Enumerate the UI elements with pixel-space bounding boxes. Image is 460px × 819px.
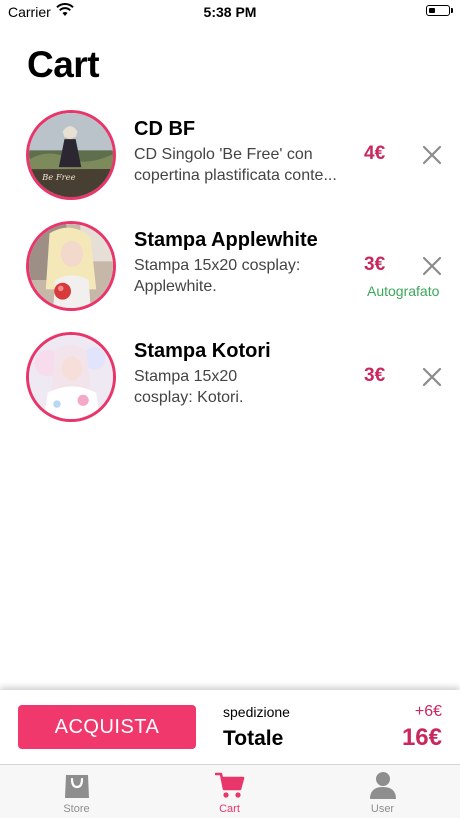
user-icon — [368, 770, 398, 800]
battery-icon — [426, 5, 450, 16]
item-description-line: Stampa 15x20 cosplay: — [134, 257, 301, 274]
remove-item-button[interactable] — [420, 365, 444, 389]
bag-icon — [62, 770, 92, 800]
item-price: 3€ — [364, 254, 386, 275]
tab-label: User — [370, 803, 395, 815]
tab-label: Cart — [219, 803, 240, 815]
item-name: Stampa Applewhite — [134, 229, 318, 251]
product-thumbnail — [26, 221, 116, 311]
cart-item[interactable]: Be Free CD BF CD Singolo 'Be Free' con c… — [0, 110, 460, 210]
tab-store[interactable]: Store — [0, 765, 153, 819]
item-description-line: CD Singolo 'Be Free' con — [134, 146, 313, 163]
item-name: Stampa Kotori — [134, 340, 271, 362]
item-description-line: copertina plastificata conte... — [134, 167, 337, 184]
item-description: Stampa 15x20 cosplay: Applewhite. — [134, 255, 360, 297]
remove-item-button[interactable] — [420, 254, 444, 278]
total-label: Totale — [223, 727, 284, 750]
shipping-value: +6€ — [414, 703, 442, 720]
autograph-badge: Autografato — [367, 283, 440, 299]
product-thumbnail — [26, 332, 116, 422]
battery-nub — [451, 8, 453, 13]
close-icon — [422, 145, 442, 165]
close-icon — [422, 256, 442, 276]
shipping-label: spedizione — [223, 704, 290, 720]
item-description-line: cosplay: Kotori. — [134, 389, 244, 406]
buy-button[interactable]: ACQUISTA — [18, 705, 196, 749]
item-description: CD Singolo 'Be Free' con copertina plast… — [134, 144, 360, 186]
product-thumbnail: Be Free — [26, 110, 116, 200]
close-icon — [422, 367, 442, 387]
item-description: Stampa 15x20 cosplay: Kotori. — [134, 366, 360, 408]
status-bar: Carrier 5:38 PM — [0, 0, 460, 26]
cart-item[interactable]: Stampa Applewhite Stampa 15x20 cosplay: … — [0, 221, 460, 321]
page-title: Cart — [27, 44, 100, 85]
checkout-bar: ACQUISTA spedizione +6€ Totale 16€ — [0, 690, 460, 764]
item-price: 4€ — [364, 143, 386, 164]
item-description-line: Applewhite. — [134, 278, 217, 295]
item-name: CD BF — [134, 118, 196, 140]
svg-text:Be Free: Be Free — [41, 172, 76, 182]
tab-cart[interactable]: Cart — [153, 765, 306, 819]
clock: 5:38 PM — [203, 4, 257, 20]
cart-item[interactable]: Stampa Kotori Stampa 15x20 cosplay: Koto… — [0, 332, 460, 432]
remove-item-button[interactable] — [420, 143, 444, 167]
cart-icon — [214, 770, 245, 800]
tab-user[interactable]: User — [306, 765, 459, 819]
total-value: 16€ — [401, 724, 442, 751]
tab-label: Store — [63, 803, 90, 815]
item-price: 3€ — [364, 365, 386, 386]
item-description-line: Stampa 15x20 — [134, 368, 238, 385]
tab-bar: Store Cart User — [0, 764, 460, 818]
